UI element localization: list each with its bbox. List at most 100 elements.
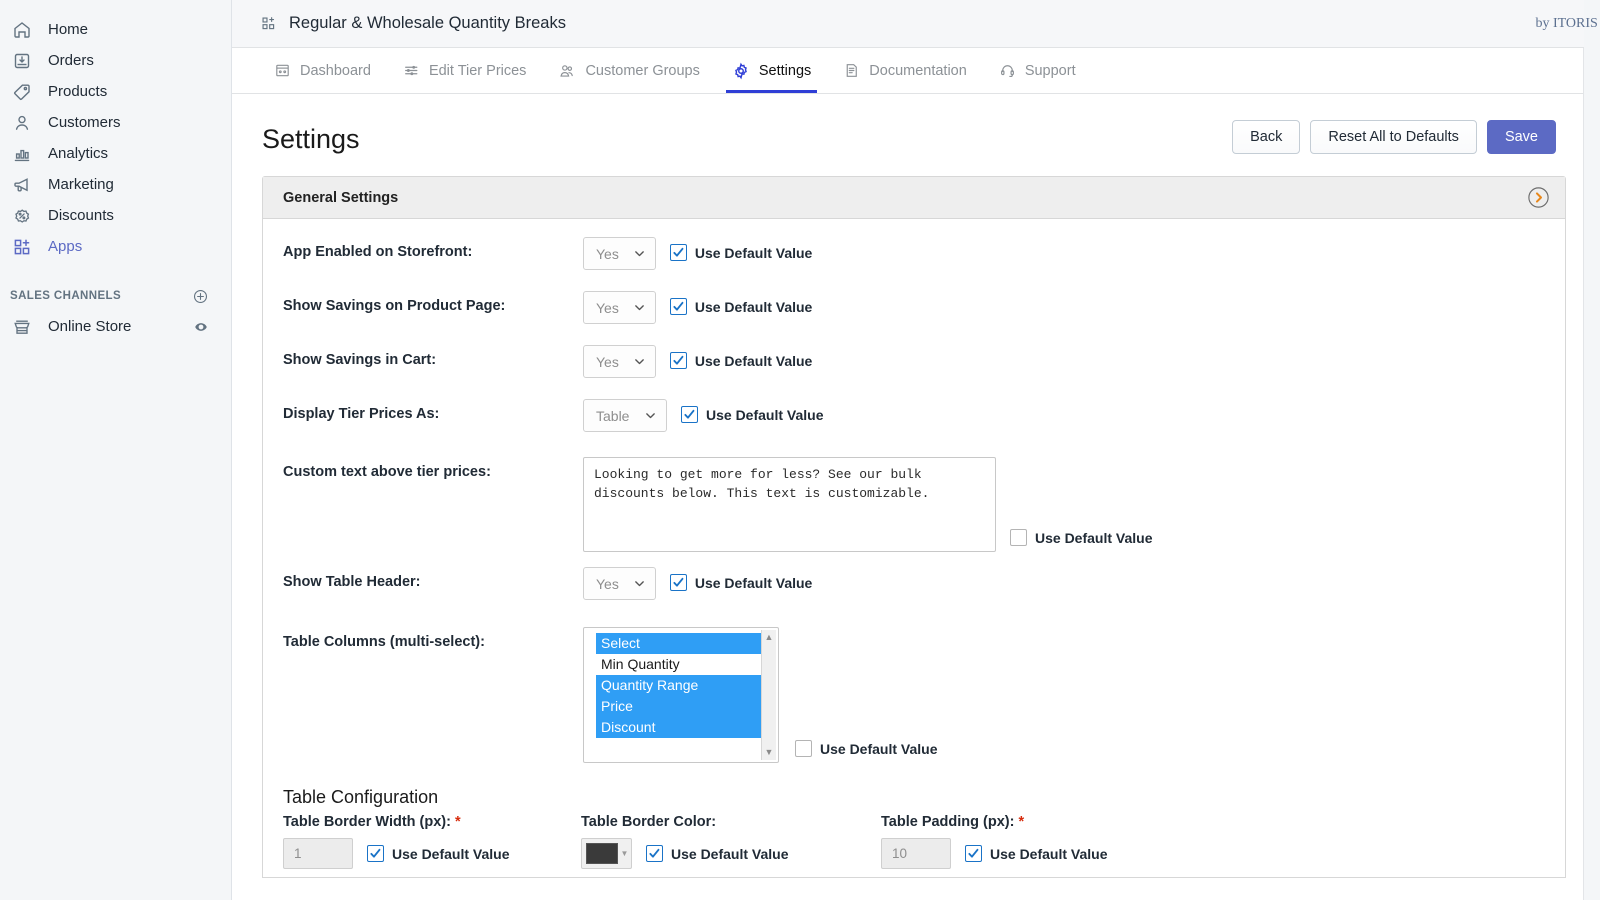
sidebar-item-label: Customers — [48, 114, 121, 131]
custom-text-textarea[interactable] — [583, 457, 996, 552]
app-enabled-select[interactable]: Yes — [583, 237, 656, 270]
checkbox-unchecked[interactable] — [1010, 529, 1027, 546]
checkbox-checked[interactable] — [669, 352, 687, 369]
sidebar-item-marketing[interactable]: Marketing — [0, 169, 231, 200]
chevron-down-icon[interactable]: ▼ — [618, 839, 631, 868]
tab-dashboard[interactable]: Dashboard — [260, 48, 385, 93]
field-label: Table Border Width (px): * — [283, 814, 581, 830]
checkbox-checked[interactable] — [646, 845, 663, 862]
checkbox-checked[interactable] — [367, 845, 384, 862]
eye-icon[interactable] — [193, 319, 209, 335]
display-tier-prices-as-select[interactable]: Table — [583, 399, 667, 432]
back-button[interactable]: Back — [1232, 120, 1301, 154]
sidebar-item-customers[interactable]: Customers — [0, 107, 231, 138]
use-default-app-enabled[interactable]: Use Default Value — [669, 237, 812, 261]
field-control: 1 Use Default Value — [283, 838, 581, 869]
general-settings-panel-header[interactable]: General Settings — [263, 177, 1565, 219]
tab-documentation[interactable]: Documentation — [829, 48, 981, 93]
bar-chart-icon — [12, 144, 40, 164]
label-text: Table Border Color: — [581, 814, 717, 830]
sidebar-item-apps[interactable]: Apps — [0, 231, 231, 262]
use-default-table-columns[interactable]: Use Default Value — [795, 740, 938, 757]
use-default-show-savings-product-page[interactable]: Use Default Value — [669, 291, 813, 315]
sliders-icon — [403, 62, 420, 79]
color-swatch[interactable] — [586, 843, 618, 864]
multiselect-option[interactable]: Select — [596, 633, 761, 654]
checkbox-label: Use Default Value — [694, 352, 813, 369]
apps-grid-plus-icon — [12, 237, 40, 257]
show-table-header-select[interactable]: Yes — [583, 567, 656, 600]
chevron-right-circle-icon[interactable] — [1526, 185, 1551, 210]
table-border-color-group: Table Border Color: ▼ Use Default Value — [581, 814, 881, 869]
home-icon — [12, 20, 40, 40]
save-button[interactable]: Save — [1486, 120, 1556, 154]
multiselect-option[interactable]: Discount — [596, 717, 761, 738]
select-value: Yes — [596, 353, 619, 370]
sidebar-item-home[interactable]: Home — [0, 14, 231, 45]
scroll-up-icon[interactable]: ▲ — [765, 633, 774, 642]
plus-circle-icon[interactable] — [192, 288, 209, 305]
checkbox-label: Use Default Value — [820, 740, 938, 757]
checkbox-checked[interactable] — [669, 574, 687, 591]
multiselect-option[interactable]: Quantity Range — [596, 675, 761, 696]
tag-icon — [12, 82, 40, 102]
chevron-down-icon — [644, 409, 657, 422]
person-icon — [12, 113, 40, 133]
multiselect-option[interactable]: Min Quantity — [596, 654, 761, 675]
field-control: Yes Use Default Value — [583, 291, 812, 324]
panel-title: General Settings — [283, 189, 399, 206]
table-border-width-input[interactable]: 1 — [283, 838, 353, 869]
reset-all-to-defaults-button[interactable]: Reset All to Defaults — [1310, 120, 1477, 154]
app-title: Regular & Wholesale Quantity Breaks — [289, 14, 566, 32]
sidebar-item-discounts[interactable]: Discounts — [0, 200, 231, 231]
tab-settings[interactable]: Settings — [718, 48, 825, 93]
tab-edit-tier-prices[interactable]: Edit Tier Prices — [389, 48, 541, 93]
field-control: 10 Use Default Value — [881, 838, 1179, 869]
field-label: Show Table Header: — [283, 574, 421, 590]
scroll-down-icon[interactable]: ▼ — [765, 748, 774, 757]
use-default-show-table-header[interactable]: Use Default Value — [669, 567, 812, 591]
apps-grid-icon — [260, 15, 277, 32]
field-control: Table Use Default Value — [583, 399, 824, 432]
app-byline: by ITORIS I — [1535, 16, 1600, 31]
use-default-display-tier-prices-as[interactable]: Use Default Value — [681, 399, 824, 423]
checkbox-checked[interactable] — [965, 845, 982, 862]
use-default-table-padding[interactable]: Use Default Value — [965, 845, 1108, 862]
page-header: Settings Back Reset All to Defaults Save — [232, 94, 1584, 154]
show-savings-cart-select[interactable]: Yes — [583, 345, 656, 378]
sidebar-item-products[interactable]: Products — [0, 76, 231, 107]
sidebar-item-orders[interactable]: Orders — [0, 45, 231, 76]
table-padding-group: Table Padding (px): * 10 Use Default Val… — [881, 814, 1179, 869]
show-savings-product-page-select[interactable]: Yes — [583, 291, 656, 324]
use-default-show-savings-cart[interactable]: Use Default Value — [669, 345, 813, 369]
sidebar-item-online-store[interactable]: Online Store — [0, 311, 231, 342]
use-default-table-border-width[interactable]: Use Default Value — [367, 845, 510, 862]
field-control: Use Default Value — [583, 457, 1153, 552]
multiselect-scrollbar[interactable]: ▲ ▼ — [761, 630, 776, 760]
checkbox-checked[interactable] — [669, 298, 687, 315]
sidebar-item-analytics[interactable]: Analytics — [0, 138, 231, 169]
use-default-custom-text[interactable]: Use Default Value — [1010, 529, 1153, 546]
general-settings-body: App Enabled on Storefront: Yes Use Defau… — [263, 219, 1565, 877]
checkbox-checked[interactable] — [681, 406, 698, 423]
tab-customer-groups[interactable]: Customer Groups — [544, 48, 713, 93]
table-columns-multiselect[interactable]: Select Min Quantity Quantity Range Price… — [583, 627, 779, 763]
required-asterisk: * — [1018, 814, 1025, 830]
table-border-color-picker[interactable]: ▼ — [581, 838, 632, 869]
storefront-icon — [12, 317, 40, 337]
gear-icon — [732, 62, 750, 80]
field-label: Table Border Color: — [581, 814, 881, 830]
document-icon — [843, 62, 860, 79]
checkbox-label: Use Default Value — [1035, 529, 1153, 546]
checkbox-checked[interactable] — [669, 244, 687, 261]
table-padding-input[interactable]: 10 — [881, 838, 951, 869]
chevron-down-icon — [633, 577, 646, 590]
settings-page: Settings Back Reset All to Defaults Save… — [232, 94, 1584, 878]
multiselect-option[interactable]: Price — [596, 696, 761, 717]
use-default-table-border-color[interactable]: Use Default Value — [646, 845, 789, 862]
headset-icon — [999, 62, 1016, 79]
checkbox-unchecked[interactable] — [795, 740, 812, 757]
chevron-down-icon — [633, 355, 646, 368]
checkbox-label: Use Default Value — [694, 298, 813, 315]
tab-support[interactable]: Support — [985, 48, 1090, 93]
